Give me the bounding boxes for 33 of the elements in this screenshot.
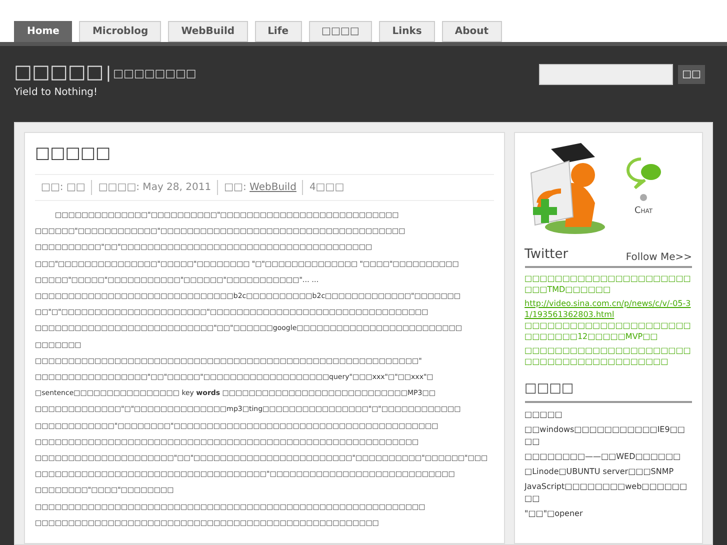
site-title: □□□□□ [14, 60, 104, 85]
search-field[interactable] [539, 64, 674, 85]
category-link[interactable]: WebBuild [250, 182, 296, 193]
post-meta: 4□□□ [302, 180, 350, 195]
site-tagline: Yield to Nothing! [14, 86, 99, 100]
recent-post-link[interactable]: JavaScript□□□□□□□□web□□□□□□□□ [524, 481, 692, 505]
recent-posts-heading: □□□□ [524, 378, 692, 403]
search-button[interactable]: □□ [678, 65, 705, 84]
nav-tab[interactable]: Home [14, 21, 72, 42]
recent-post-link[interactable]: □Linode□UBUNTU server□□□SNMP [524, 466, 692, 478]
tweet-text: □□□□□□□□□□□□□□□□□□□□□□□□□□□□□□□□□□□□□□□□□ [524, 344, 692, 366]
site-subtitle: □□□□□□□□ [113, 66, 196, 82]
nav-tab[interactable]: Microblog [79, 21, 162, 42]
recent-post-link[interactable]: □□□□□□□□——□□WED□□□□□□ [524, 451, 692, 463]
tweet-text: □□□□□□□□□□□□□□□□□□□□□□□□□TMD□□□□□□ [524, 272, 692, 294]
nav-tab[interactable]: About [442, 21, 502, 42]
chat-label: Chat [634, 205, 653, 218]
follow-link[interactable]: Follow Me>> [626, 250, 692, 264]
post-title: □□□□□ [35, 142, 112, 164]
nav-tab[interactable]: WebBuild [168, 21, 248, 42]
chat-bubbles-icon [624, 155, 663, 191]
recent-post-link[interactable]: "□□"□opener [524, 508, 692, 520]
recent-post-link[interactable]: □□windows□□□□□□□□□□□IE9□□□□ [524, 424, 692, 448]
post-category: □□: WebBuild [217, 180, 302, 195]
recent-post-link[interactable]: □□□□□ [524, 409, 692, 421]
nav-tab[interactable]: Life [254, 21, 302, 42]
twitter-heading: Twitter [524, 246, 568, 264]
post-meta: □□: □□ [40, 181, 86, 195]
nav-tab[interactable]: □□□□ [308, 21, 372, 42]
title-separator: | [106, 62, 112, 84]
tweet-text: □□□□□□□□□□□□□□□□□□□□□□□□□□□□□12□□□□□MVP□□ [524, 320, 692, 342]
post-date: □□□□: May 28, 2011 [91, 180, 218, 195]
nav-tab[interactable]: Links [379, 21, 435, 42]
